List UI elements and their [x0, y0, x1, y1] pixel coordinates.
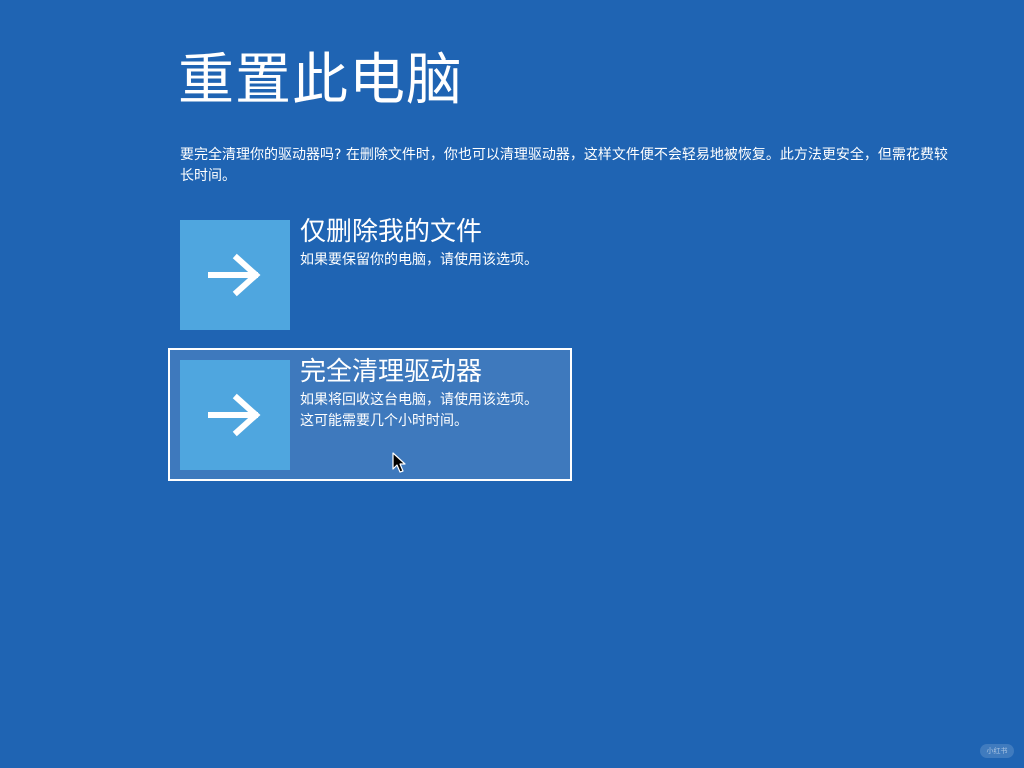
reset-pc-screen: 重置此电脑 要完全清理你的驱动器吗? 在删除文件时，你也可以清理驱动器，这样文件… [0, 0, 1024, 768]
option-tile [180, 360, 290, 470]
arrow-right-icon [207, 393, 263, 437]
page-title: 重置此电脑 [178, 48, 463, 113]
watermark-logo: 小红书 [980, 744, 1014, 758]
page-description: 要完全清理你的驱动器吗? 在删除文件时，你也可以清理驱动器，这样文件便不会轻易地… [180, 147, 948, 184]
option-clean-drive[interactable]: 完全清理驱动器 如果将回收这台电脑，请使用该选项。这可能需要几个小时时间。 [168, 348, 572, 481]
option-description: 如果将回收这台电脑，请使用该选项。这可能需要几个小时时间。 [300, 392, 538, 429]
option-remove-files-only[interactable]: 仅删除我的文件 如果要保留你的电脑，请使用该选项。 [168, 208, 572, 341]
arrow-right-icon [207, 253, 263, 297]
mouse-pointer-icon [392, 452, 406, 474]
option-description: 如果要保留你的电脑，请使用该选项。 [300, 252, 538, 268]
option-title: 完全清理驱动器 [300, 357, 483, 387]
option-tile [180, 220, 290, 330]
option-title: 仅删除我的文件 [300, 217, 483, 247]
